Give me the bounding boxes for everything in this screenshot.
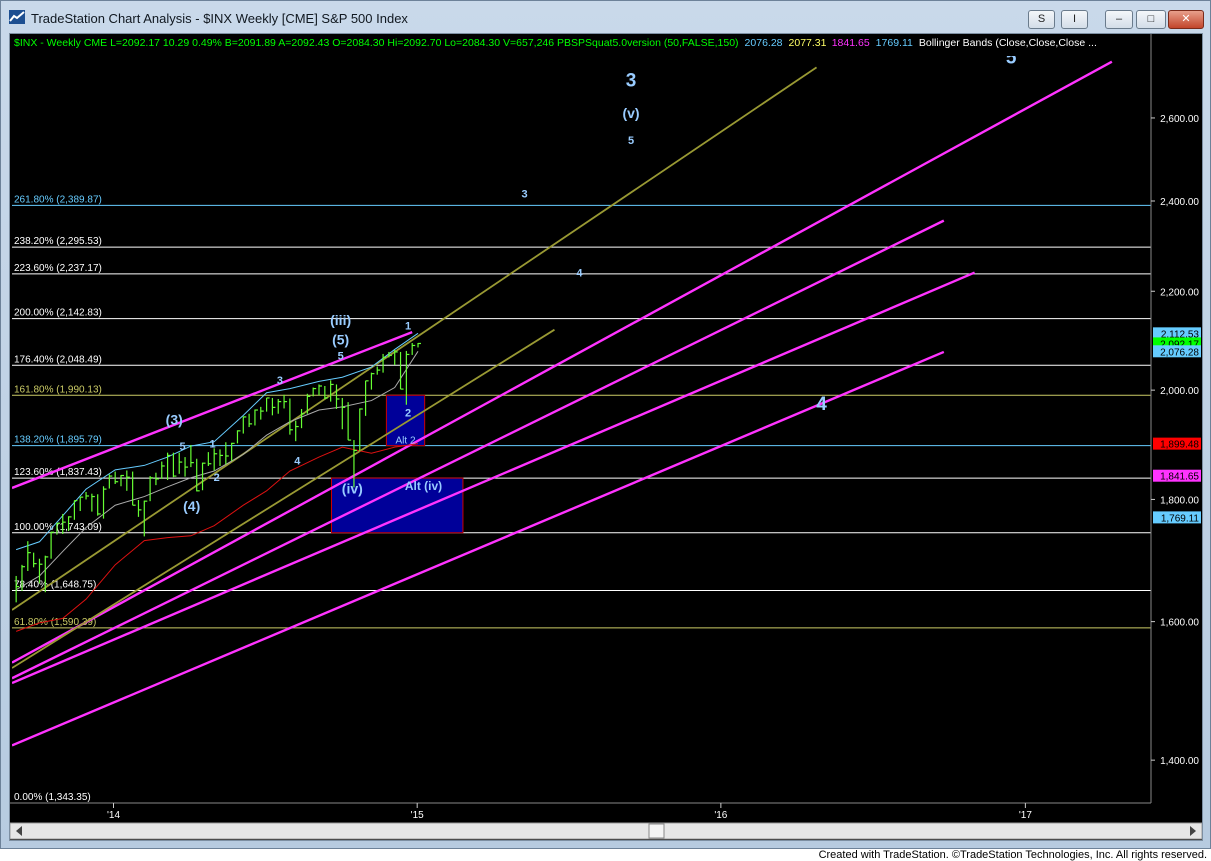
fib-level-label: 261.80% (2,389.87) [14, 194, 102, 205]
y-tick-label: 1,800.00 [1160, 495, 1199, 506]
footer-credit: Created with TradeStation. ©TradeStation… [818, 849, 1207, 861]
status-item-1: 2076.28 [745, 37, 783, 49]
y-tick-label: 1,400.00 [1160, 756, 1199, 767]
wave-label: 4 [816, 394, 827, 415]
fib-level-label: 0.00% (1,343.35) [14, 792, 91, 803]
wave-label: (v) [622, 105, 639, 121]
maximize-button[interactable]: □ [1136, 10, 1166, 29]
fib-level-label: 238.20% (2,295.53) [14, 236, 102, 247]
fib-level-label: 200.00% (2,142.83) [14, 308, 102, 319]
price-tag-label: 1,899.48 [1160, 440, 1199, 451]
wave-label: 5 [179, 441, 185, 453]
fib-level-label: 138.20% (1,895.79) [14, 435, 102, 446]
scrollbar-thumb[interactable] [648, 823, 665, 839]
y-tick-label: 2,400.00 [1160, 197, 1199, 208]
wave-label: 1 [405, 321, 411, 333]
wave-label: 4 [294, 455, 301, 467]
status-item-3: 1841.65 [832, 37, 870, 49]
price-tag-label: 2,076.28 [1160, 347, 1199, 358]
wave-label: (3) [166, 411, 183, 427]
wave-label: (iv) [342, 481, 363, 497]
wave-label: 2 [405, 407, 411, 419]
y-tick-label: 2,200.00 [1160, 287, 1199, 298]
x-tick-label: '15 [411, 810, 424, 821]
box-label: Alt 2 [396, 436, 416, 447]
title-bar[interactable]: TradeStation Chart Analysis - $INX Weekl… [1, 1, 1210, 33]
wave-label: 5 [628, 135, 634, 147]
y-tick-label: 1,600.00 [1160, 618, 1199, 629]
wave-label: 5 [338, 350, 344, 362]
chart-background [10, 34, 1202, 840]
fib-level-label: 123.60% (1,837.43) [14, 467, 102, 478]
app-window: TradeStation Chart Analysis - $INX Weekl… [0, 0, 1211, 849]
price-tag-label: 1,841.65 [1160, 472, 1199, 483]
wave-label: 2 [214, 472, 220, 484]
minimize-button[interactable]: – [1105, 10, 1133, 29]
status-item-2: 2077.31 [789, 37, 827, 49]
fib-level-label: 176.40% (2,048.49) [14, 354, 102, 365]
status-item-5: Bollinger Bands (Close,Close,Close ... [919, 37, 1097, 49]
x-tick-label: '17 [1019, 810, 1032, 821]
close-button[interactable]: ✕ [1168, 10, 1204, 29]
wave-label: 3 [277, 375, 283, 387]
fib-level-label: 161.80% (1,990.13) [14, 384, 102, 395]
window-title: TradeStation Chart Analysis - $INX Weekl… [31, 11, 408, 26]
y-tick-label: 2,600.00 [1160, 114, 1199, 125]
status-line: $INX - Weekly CME L=2092.17 10.29 0.49% … [14, 37, 1097, 49]
wave-label: 3 [521, 189, 527, 201]
price-chart[interactable]: 261.80% (2,389.87) 238.20% (2,295.53) 223.… [9, 34, 1203, 840]
price-tag-label: 1,769.11 [1161, 513, 1200, 524]
x-tick-label: '16 [714, 810, 727, 821]
wave-label: (5) [332, 331, 349, 347]
footer: Created with TradeStation. ©TradeStation… [0, 849, 1211, 861]
status-item-4: 1769.11 [876, 37, 913, 49]
wave-label: (4) [183, 498, 200, 514]
y-tick-label: 2,000.00 [1160, 386, 1199, 397]
x-tick-label: '14 [107, 810, 120, 821]
wave-label: (iii) [330, 312, 351, 328]
box-label: Alt (iv) [405, 479, 442, 493]
wave-label: 3 [626, 71, 637, 92]
horizontal-scrollbar[interactable] [9, 822, 1203, 840]
symbol-link-button[interactable]: S [1028, 10, 1055, 29]
indicator-link-button[interactable]: I [1061, 10, 1088, 29]
tradestation-logo-icon [9, 10, 25, 24]
status-item-0: $INX - Weekly CME L=2092.17 10.29 0.49% … [14, 37, 739, 49]
wave-label: 4 [576, 267, 583, 279]
wave-label: 1 [209, 439, 215, 451]
chart-area[interactable]: 261.80% (2,389.87) 238.20% (2,295.53) 223.… [9, 33, 1203, 841]
fib-level-label: 223.60% (2,237.17) [14, 263, 102, 274]
